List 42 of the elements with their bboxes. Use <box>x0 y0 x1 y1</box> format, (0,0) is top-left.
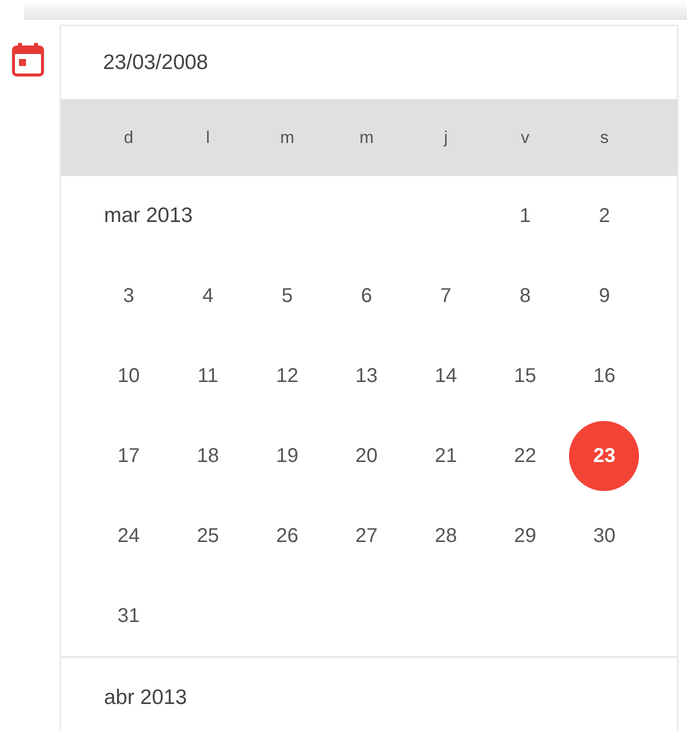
day-cell[interactable]: 27 <box>332 501 402 571</box>
day-cell[interactable]: 16 <box>569 341 640 411</box>
weekday-label: l <box>206 126 210 149</box>
day-cell[interactable]: 23 <box>569 421 640 491</box>
day-cell[interactable]: 24 <box>94 501 164 571</box>
day-cell[interactable]: 2 <box>569 181 640 251</box>
calendar-icon[interactable] <box>12 42 44 78</box>
day-cell[interactable]: 21 <box>410 421 481 491</box>
day-cell[interactable]: 3 <box>94 261 164 331</box>
day-cell[interactable]: 10 <box>94 341 164 411</box>
weekday-label: s <box>600 126 609 149</box>
day-cell[interactable]: 17 <box>94 421 164 491</box>
day-cell[interactable]: 31 <box>94 581 164 651</box>
day-cell[interactable]: 4 <box>172 261 243 331</box>
month-label: mar 2013 <box>103 203 193 230</box>
day-cell[interactable]: 30 <box>569 501 640 571</box>
day-cell[interactable]: 20 <box>332 421 402 491</box>
weekday-label: m <box>280 126 294 149</box>
weekday-label: m <box>359 126 374 149</box>
date-field[interactable]: 23/03/2008 <box>103 46 403 78</box>
day-cell[interactable]: 8 <box>490 261 560 331</box>
weekday-label: v <box>520 126 530 149</box>
day-cell[interactable]: 5 <box>252 261 322 331</box>
day-cell[interactable]: 12 <box>252 341 322 411</box>
weekday-label: j <box>444 126 448 149</box>
day-cell[interactable]: 29 <box>490 501 560 571</box>
day-cell[interactable]: 7 <box>410 261 481 331</box>
day-cell[interactable]: 14 <box>410 341 481 411</box>
weekday-label: d <box>124 126 134 149</box>
day-cell[interactable]: 1 <box>490 181 560 251</box>
month-label: abr 2013 <box>104 685 187 712</box>
day-cell[interactable]: 19 <box>252 421 322 491</box>
day-cell[interactable]: 13 <box>332 341 402 411</box>
day-cell[interactable]: 15 <box>490 341 560 411</box>
day-cell[interactable]: 9 <box>569 261 640 331</box>
day-cell[interactable]: 11 <box>172 341 243 411</box>
day-cell[interactable]: 18 <box>172 421 243 491</box>
day-cell[interactable]: 26 <box>252 501 322 571</box>
day-cell[interactable]: 6 <box>332 261 402 331</box>
day-cell[interactable]: 22 <box>490 421 560 491</box>
day-cell[interactable]: 25 <box>172 501 243 571</box>
day-cell[interactable]: 28 <box>410 501 481 571</box>
